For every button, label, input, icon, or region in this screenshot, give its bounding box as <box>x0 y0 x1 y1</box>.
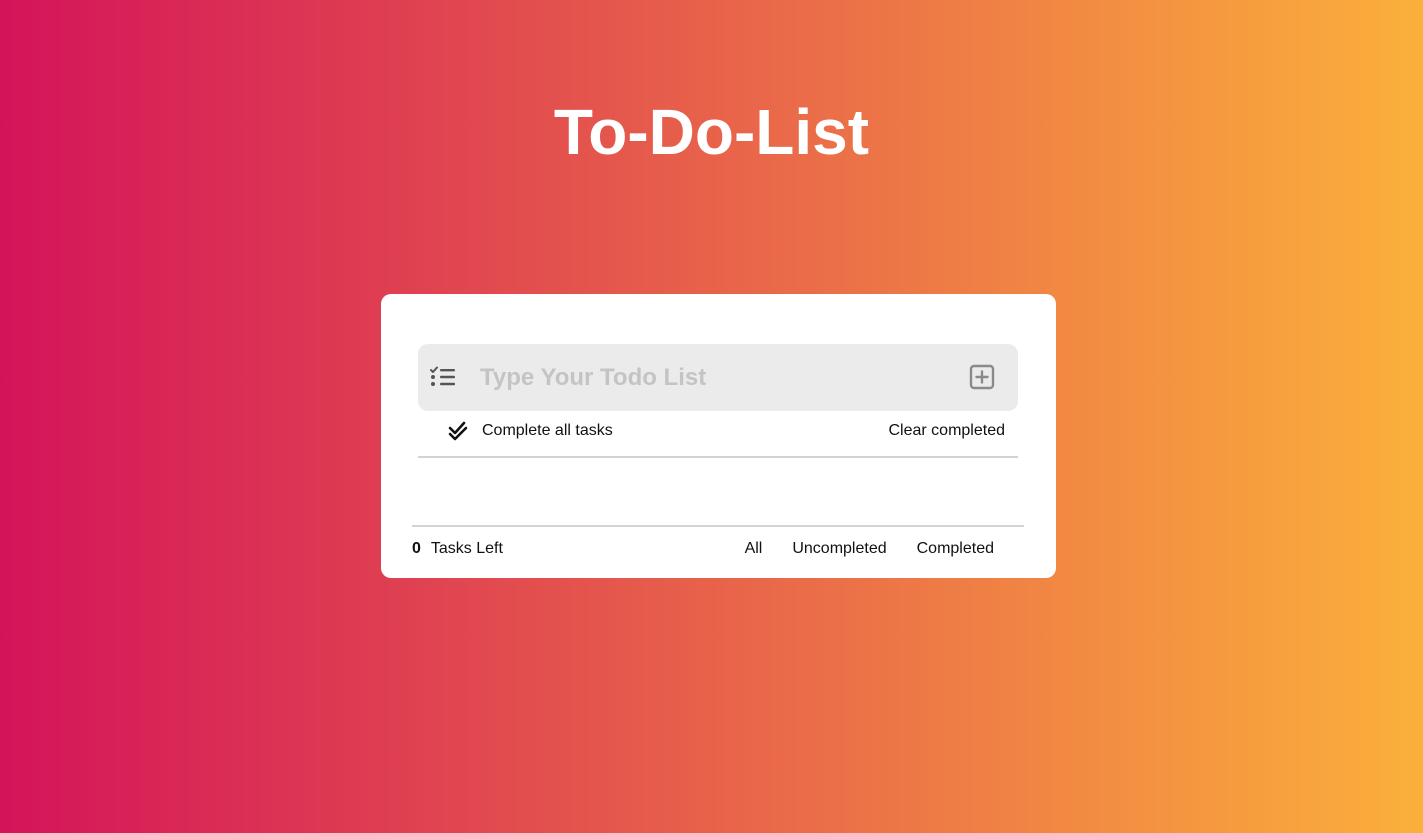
complete-all-button[interactable]: Complete all tasks <box>448 418 613 444</box>
filter-uncompleted[interactable]: Uncompleted <box>792 537 886 561</box>
footer: 0 Tasks Left All Uncompleted Completed <box>412 537 1024 561</box>
complete-all-label: Complete all tasks <box>482 422 613 439</box>
tasks-count: 0 <box>412 540 421 557</box>
tasks-left-label: Tasks Left <box>430 540 503 557</box>
filter-tabs: All Uncompleted Completed <box>715 537 994 561</box>
clear-completed-button[interactable]: Clear completed <box>889 418 1006 444</box>
plus-square-icon[interactable] <box>969 364 995 390</box>
filter-completed[interactable]: Completed <box>917 537 994 561</box>
tasks-left-counter: 0 Tasks Left <box>412 537 503 561</box>
double-check-icon <box>448 421 468 441</box>
divider <box>418 456 1018 458</box>
task-list-icon <box>430 366 455 386</box>
todo-input[interactable] <box>480 358 950 398</box>
todo-input-bar <box>418 344 1018 411</box>
page-title: To-Do-List <box>553 96 870 168</box>
bulk-actions-row: Complete all tasks Clear completed <box>418 418 1018 444</box>
filter-all[interactable]: All <box>745 537 763 561</box>
todo-card: Complete all tasks Clear completed 0 Task… <box>381 294 1056 578</box>
footer-divider <box>412 525 1024 527</box>
